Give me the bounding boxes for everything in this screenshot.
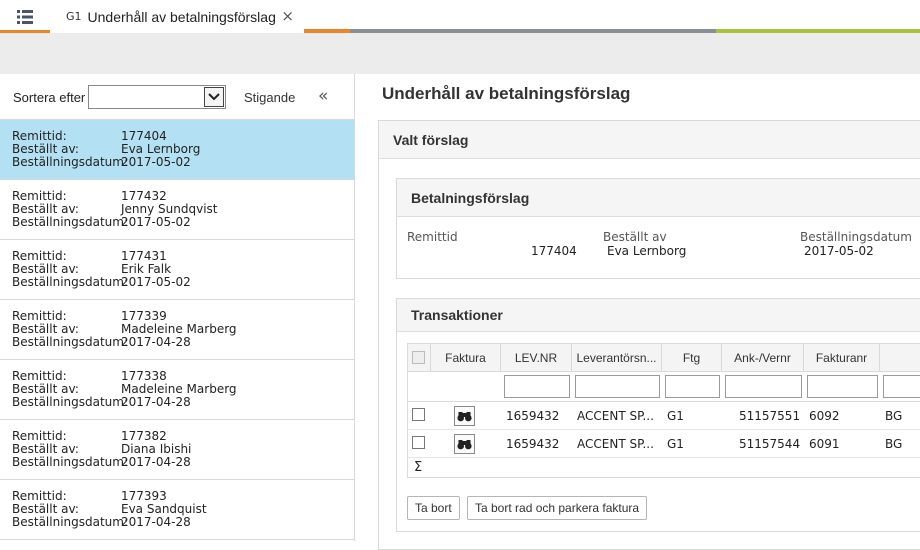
list-menu-icon xyxy=(17,9,33,24)
transaktioner-panel: Transaktioner Faktura LEV.NR Leverantörs… xyxy=(396,298,920,532)
list-item-label: Beställningsdatum: xyxy=(12,275,129,289)
main-content: Underhåll av betalningsförslag Valt förs… xyxy=(356,74,920,550)
tab-underhall[interactable]: G1 Underhåll av betalningsförslag × xyxy=(52,0,304,33)
list-item-row: Beställningsdatum: 2017-05-02 xyxy=(12,216,354,229)
binoculars-icon[interactable] xyxy=(454,434,475,454)
list-item-row: Beställningsdatum: 2017-04-28 xyxy=(12,336,354,349)
col-extra xyxy=(880,344,920,372)
cell-ftg: G1 xyxy=(667,437,684,451)
list-item-value: 2017-05-02 xyxy=(121,215,191,229)
list-item[interactable]: Remittid: 177404 Beställt av: Eva Lernborg B… xyxy=(0,120,354,180)
sort-label: Sortera efter xyxy=(13,90,86,105)
collapse-panel-icon[interactable]: « xyxy=(318,86,328,106)
app-menu-button[interactable] xyxy=(0,0,50,33)
list-item-row: Beställningsdatum: 2017-04-28 xyxy=(12,396,354,409)
cell-levnr: 1659432 xyxy=(506,409,560,423)
table-row[interactable]: 1659432 ACCENT SP... G1 51157544 6091 BG xyxy=(408,430,920,458)
col-ftg[interactable]: Ftg xyxy=(662,344,722,372)
list-item[interactable]: Remittid: 177431 Beställt av: Erik Falk Best… xyxy=(0,240,354,300)
proposal-list-panel: Sortera efter Stigande « Remittid: 177404… xyxy=(0,74,355,541)
filter-levnr-input[interactable] xyxy=(504,375,570,398)
select-all-checkbox[interactable] xyxy=(412,351,425,364)
cell-leverantor: ACCENT SP... xyxy=(577,409,654,423)
select-all-cell[interactable] xyxy=(408,344,431,372)
list-item[interactable]: Remittid: 177432 Beställt av: Jenny Sundqvi… xyxy=(0,180,354,240)
list-item-value: 2017-04-28 xyxy=(121,515,191,529)
sum-symbol: Σ xyxy=(414,460,423,475)
remittid-label: Remittid xyxy=(407,230,458,244)
remittid-value: 177404 xyxy=(531,244,577,258)
betalningsforslag-header: Betalningsförslag xyxy=(397,179,920,217)
filter-vernr-input[interactable] xyxy=(725,375,802,398)
grid-header: Faktura LEV.NR Leverantörsn... Ftg Ank-/… xyxy=(408,344,920,372)
list-item[interactable]: Remittid: 177338 Beställt av: Madeleine Mar… xyxy=(0,360,354,420)
table-row[interactable]: 1659432 ACCENT SP... G1 51157551 6092 BG xyxy=(408,402,920,430)
filter-ftg-input[interactable] xyxy=(665,375,720,398)
bestallt-value: Eva Lernborg xyxy=(607,244,687,258)
tab-title: Underhåll av betalningsförslag xyxy=(87,8,276,25)
list-item-label: Beställningsdatum: xyxy=(12,215,129,229)
cell-fakturanr: 6092 xyxy=(809,409,840,423)
tab-code: G1 xyxy=(66,10,82,23)
sort-order-toggle[interactable]: Stigande xyxy=(244,90,295,105)
binoculars-icon[interactable] xyxy=(454,406,475,426)
list-item-value: 2017-04-28 xyxy=(121,395,191,409)
row-checkbox[interactable] xyxy=(412,408,425,421)
list-item-label: Beställningsdatum: xyxy=(12,455,129,469)
sort-bar: Sortera efter Stigande « xyxy=(0,74,354,120)
cell-ftg: G1 xyxy=(667,409,684,423)
list-item-row: Beställningsdatum: 2017-05-02 xyxy=(12,276,354,289)
col-levnr[interactable]: LEV.NR xyxy=(501,344,572,372)
betalningsforslag-panel: Betalningsförslag Remittid 177404 Bestäl… xyxy=(396,178,920,279)
list-item-value: 2017-05-02 xyxy=(121,155,191,169)
list-item[interactable]: Remittid: 177393 Beställt av: Eva Sandquist… xyxy=(0,480,354,540)
cell-leverantor: ACCENT SP... xyxy=(577,437,654,451)
list-item[interactable]: Remittid: 177382 Beställt av: Diana Ibishi B… xyxy=(0,420,354,480)
tab-bar: G1 Underhåll av betalningsförslag × xyxy=(0,0,920,33)
chevron-down-icon[interactable] xyxy=(204,87,224,107)
list-item-value: 2017-04-28 xyxy=(121,335,191,349)
list-item-row: Beställningsdatum: 2017-04-28 xyxy=(12,456,354,469)
filter-fakturanr-input[interactable] xyxy=(807,375,878,398)
transactions-grid: Faktura LEV.NR Leverantörsn... Ftg Ank-/… xyxy=(407,343,920,478)
delete-and-park-button[interactable]: Ta bort rad och parkera faktura xyxy=(467,496,648,520)
list-item-row: Beställningsdatum: 2017-04-28 xyxy=(12,516,354,529)
list-item-value: 2017-05-02 xyxy=(121,275,191,289)
toolbar-strip xyxy=(0,33,920,74)
cell-extra: BG xyxy=(885,409,903,423)
datum-value: 2017-05-02 xyxy=(804,244,874,258)
col-vernr[interactable]: Ank-/Vernr xyxy=(722,344,804,372)
sort-select[interactable] xyxy=(88,85,226,109)
col-fakturanr[interactable]: Fakturanr xyxy=(804,344,880,372)
filter-extra-input[interactable] xyxy=(883,375,920,398)
proposal-list: Remittid: 177404 Beställt av: Eva Lernborg B… xyxy=(0,120,354,540)
col-faktura[interactable]: Faktura xyxy=(431,344,501,372)
valt-forslag-panel: Valt förslag Betalningsförslag Remittid … xyxy=(378,120,920,550)
list-item-label: Beställningsdatum: xyxy=(12,155,129,169)
cell-vernr: 51157551 xyxy=(739,409,801,423)
page-title: Underhåll av betalningsförslag xyxy=(382,84,631,103)
row-checkbox[interactable] xyxy=(412,436,425,449)
cell-fakturanr: 6091 xyxy=(809,437,840,451)
delete-button[interactable]: Ta bort xyxy=(407,496,460,520)
list-item-label: Beställningsdatum: xyxy=(12,335,129,349)
list-item-value: 2017-04-28 xyxy=(121,455,191,469)
datum-label: Beställningsdatum xyxy=(800,230,912,244)
list-item[interactable]: Remittid: 177339 Beställt av: Madeleine Mar… xyxy=(0,300,354,360)
close-tab-icon[interactable]: × xyxy=(281,7,294,25)
filter-leverantor-input[interactable] xyxy=(575,375,660,398)
cell-levnr: 1659432 xyxy=(506,437,560,451)
valt-forslag-header: Valt förslag xyxy=(379,121,920,159)
sum-row: Σ xyxy=(408,458,920,477)
bestallt-label: Beställt av xyxy=(603,230,667,244)
filter-row xyxy=(408,372,920,402)
list-item-label: Beställningsdatum: xyxy=(12,395,129,409)
list-item-row: Beställningsdatum: 2017-05-02 xyxy=(12,156,354,169)
list-item-label: Beställningsdatum: xyxy=(12,515,129,529)
transaktioner-header: Transaktioner xyxy=(397,299,920,332)
col-leverantor[interactable]: Leverantörsn... xyxy=(572,344,662,372)
cell-extra: BG xyxy=(885,437,903,451)
cell-vernr: 51157544 xyxy=(739,437,801,451)
